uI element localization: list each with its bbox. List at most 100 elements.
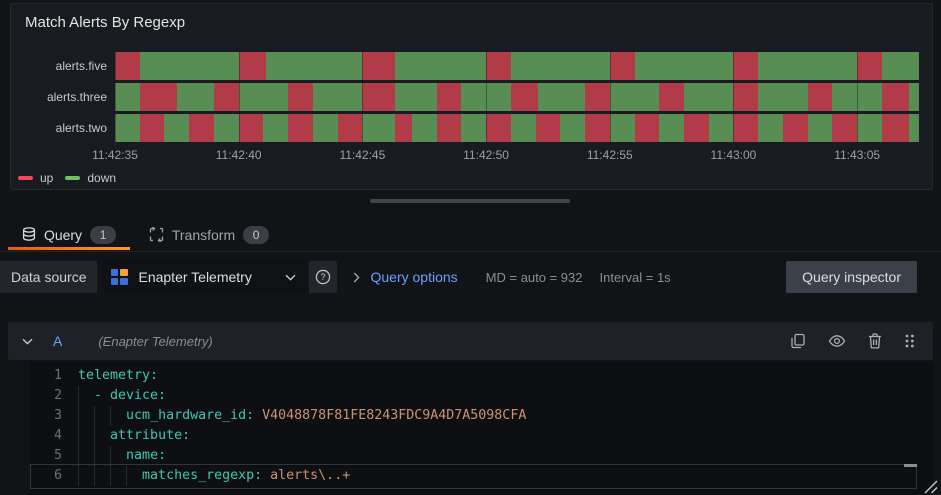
x-axis-tick-label: 11:42:45 bbox=[339, 148, 386, 162]
state-segment-down bbox=[312, 83, 363, 111]
state-segment-down bbox=[164, 114, 190, 142]
state-segment-up bbox=[288, 83, 313, 111]
state-segment-up bbox=[634, 114, 660, 142]
state-segment-up bbox=[436, 83, 462, 111]
editor-line: 4 attribute: bbox=[30, 426, 933, 446]
state-segment-down bbox=[758, 114, 783, 142]
state-segment-down bbox=[115, 114, 140, 142]
timeline-row-track bbox=[115, 83, 919, 111]
panel-title: Match Alerts By Regexp bbox=[25, 14, 186, 31]
state-segment-up bbox=[213, 83, 239, 111]
state-segment-down bbox=[634, 52, 734, 80]
timeline-row-label: alerts.two bbox=[55, 121, 107, 135]
query-options-toggle[interactable]: Query options bbox=[353, 261, 458, 293]
line-number: 6 bbox=[53, 468, 62, 483]
x-axis-tick-label: 11:43:00 bbox=[710, 148, 757, 162]
line-number: 5 bbox=[53, 448, 62, 463]
state-segment-down bbox=[609, 114, 635, 142]
state-segment-up bbox=[733, 114, 759, 142]
tab-query-badge: 1 bbox=[90, 225, 117, 244]
state-segment-up bbox=[832, 114, 858, 142]
timeline-row-track bbox=[115, 52, 919, 80]
line-number: 4 bbox=[53, 428, 62, 443]
state-segment-down bbox=[139, 52, 239, 80]
legend-down-dash-icon bbox=[65, 176, 81, 180]
interval-stat: Interval = 1s bbox=[599, 269, 671, 285]
state-segment-down bbox=[560, 114, 586, 142]
state-segment-down bbox=[881, 52, 919, 80]
x-axis-tick-label: 11:42:40 bbox=[215, 148, 262, 162]
query-options-summary: MD = auto = 932 Interval = 1s bbox=[486, 261, 671, 293]
code-line-text: telemetry: bbox=[78, 368, 159, 383]
state-segment-up bbox=[115, 52, 140, 80]
toggle-visibility-eye-button[interactable] bbox=[828, 334, 846, 348]
state-segment-down bbox=[115, 83, 140, 111]
state-segment-up bbox=[733, 83, 759, 111]
delete-query-trash-button[interactable] bbox=[868, 333, 882, 349]
state-segment-up bbox=[807, 83, 833, 111]
state-segment-up bbox=[585, 114, 610, 142]
timeline-rows: alerts.five alerts.three alerts.two bbox=[11, 52, 932, 145]
state-segment-down bbox=[312, 114, 338, 142]
state-segment-up bbox=[139, 83, 177, 111]
state-segment-down bbox=[265, 52, 363, 80]
state-segment-down bbox=[510, 52, 610, 80]
state-segment-down bbox=[263, 114, 289, 142]
viz-panel: Match Alerts By Regexp alerts.five alerts… bbox=[10, 3, 933, 190]
state-segment-up bbox=[733, 52, 759, 80]
code-editor[interactable]: 1 telemetry: 2 - device: 3 ucm_hardware_id:… bbox=[30, 362, 933, 495]
tab-transform[interactable]: Transform 0 bbox=[138, 218, 280, 251]
state-segment-up bbox=[139, 114, 165, 142]
state-segment-up bbox=[881, 114, 910, 142]
query-datasource-hint: (Enapter Telemetry) bbox=[98, 333, 213, 349]
chevron-right-icon bbox=[353, 272, 361, 283]
timeline-row-track bbox=[115, 114, 919, 142]
line-number: 2 bbox=[53, 388, 62, 403]
editor-lines: 1 telemetry: 2 - device: 3 ucm_hardware_id:… bbox=[30, 366, 933, 489]
legend-item-down[interactable]: down bbox=[65, 171, 116, 185]
x-axis-tick-label: 11:43:05 bbox=[834, 148, 881, 162]
datasource-help-button[interactable]: ? bbox=[309, 261, 338, 293]
legend-item-up[interactable]: up bbox=[18, 171, 53, 185]
state-segment-up bbox=[857, 52, 882, 80]
query-options-label: Query options bbox=[370, 269, 458, 285]
state-segment-down bbox=[909, 114, 919, 142]
state-segment-down bbox=[213, 114, 239, 142]
state-segment-down bbox=[394, 52, 487, 80]
datasource-picker[interactable]: Enapter Telemetry bbox=[101, 261, 307, 293]
state-segment-up bbox=[238, 114, 264, 142]
timeline-row: alerts.three bbox=[11, 83, 932, 111]
drag-handle-icon[interactable] bbox=[904, 333, 915, 349]
line-number: 1 bbox=[53, 368, 62, 383]
svg-text:?: ? bbox=[321, 272, 326, 282]
state-segment-down bbox=[683, 83, 734, 111]
line-number: 3 bbox=[53, 408, 62, 423]
editor-line: 5 name: bbox=[30, 446, 933, 466]
state-segment-up bbox=[659, 83, 684, 111]
pane-splitter-handle[interactable] bbox=[370, 199, 570, 203]
state-segment-up bbox=[238, 52, 266, 80]
duplicate-query-button[interactable] bbox=[790, 333, 806, 349]
state-segment-down bbox=[411, 114, 437, 142]
editor-line: 1 telemetry: bbox=[30, 366, 933, 386]
editor-line: 3 ucm_hardware_id: V4048878F81FE8243FDC9… bbox=[30, 406, 933, 426]
tab-transform-badge: 0 bbox=[243, 225, 270, 244]
state-segment-up bbox=[394, 114, 412, 142]
editor-line: 2 - device: bbox=[30, 386, 933, 406]
collapse-chevron-icon[interactable] bbox=[22, 338, 33, 345]
code-line-text: ucm_hardware_id: V4048878F81FE8243FDC9A4… bbox=[126, 408, 527, 423]
query-row-header[interactable]: A (Enapter Telemetry) bbox=[8, 322, 933, 360]
state-segment-down bbox=[176, 83, 214, 111]
state-segment-up bbox=[609, 52, 635, 80]
x-axis: 11:42:35 11:42:40 11:42:45 11:42:50 11:42:55… bbox=[92, 148, 919, 164]
state-segment-up bbox=[585, 83, 610, 111]
state-segment-down bbox=[708, 114, 734, 142]
tab-query-label: Query bbox=[43, 226, 83, 243]
state-segment-down bbox=[832, 83, 882, 111]
question-circle-icon: ? bbox=[315, 269, 331, 285]
timeline-row-label: alerts.five bbox=[55, 59, 107, 73]
state-segment-down bbox=[394, 83, 437, 111]
state-segment-up bbox=[189, 114, 214, 142]
state-segment-up bbox=[362, 83, 395, 111]
query-inspector-button[interactable]: Query inspector bbox=[786, 261, 917, 293]
